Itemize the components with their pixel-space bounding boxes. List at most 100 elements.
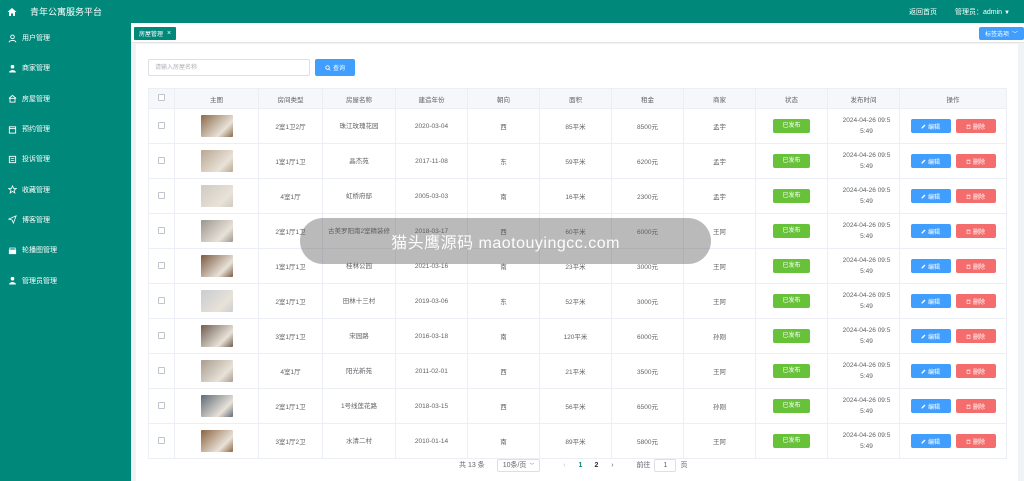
row-checkbox[interactable] (158, 366, 165, 374)
home-link[interactable]: 返回首页 (909, 7, 937, 17)
delete-button[interactable]: 删除 (955, 119, 996, 133)
area-cell: 89平米 (539, 423, 612, 459)
row-checkbox[interactable] (158, 296, 165, 304)
sidebar-item-3[interactable]: 预约管理 (0, 114, 131, 144)
status-badge[interactable]: 已发布 (773, 259, 810, 273)
header-select-all[interactable] (148, 88, 175, 109)
column-header: 房间类型 (258, 88, 323, 109)
sidebar-item-4[interactable]: 投诉管理 (0, 144, 131, 174)
sidebar-item-2[interactable]: 房屋管理 (0, 84, 131, 114)
row-checkbox[interactable] (158, 436, 165, 444)
delete-button-label: 删除 (972, 264, 985, 271)
row-checkbox[interactable] (158, 121, 165, 129)
goto-input[interactable]: 1 (654, 458, 677, 472)
admin-label: 管理员：admin (954, 8, 1003, 16)
row-select-cell (148, 143, 175, 179)
edit-button[interactable]: 编辑 (910, 119, 951, 133)
thumbnail-cell (174, 423, 259, 459)
row-checkbox[interactable] (158, 401, 165, 409)
room-type-cell: 4室1厅 (258, 353, 323, 389)
admin-menu[interactable]: 管理员：admin ▼ (955, 7, 1010, 17)
search-input[interactable] (148, 59, 310, 76)
house-thumbnail (200, 220, 233, 242)
sidebar-item-8[interactable]: 管理员管理 (0, 265, 131, 295)
edit-button-label: 编辑 (927, 264, 940, 271)
home-icon[interactable] (0, 0, 24, 23)
status-badge[interactable]: 已发布 (773, 434, 810, 448)
sidebar-item-1[interactable]: 商家管理 (0, 53, 131, 83)
publish-time-line2: 5:49 (860, 443, 873, 450)
delete-button[interactable]: 删除 (955, 329, 996, 343)
tab-house-management[interactable]: 房屋管理 × (134, 27, 177, 40)
row-checkbox[interactable] (158, 331, 165, 339)
publish-time-line2: 5:49 (860, 303, 873, 310)
house-thumbnail (200, 150, 233, 172)
orientation-cell: 南 (467, 178, 540, 214)
page-size-select[interactable]: 10条/页 ﹀ (496, 458, 541, 472)
delete-button[interactable]: 删除 (955, 434, 996, 448)
edit-button[interactable]: 编辑 (910, 294, 951, 308)
delete-button[interactable]: 删除 (955, 399, 996, 413)
goto-page: 前往 1 页 (636, 458, 687, 472)
actions-cell: 编辑 删除 (899, 388, 1007, 424)
row-select-cell (148, 283, 175, 319)
status-badge[interactable]: 已发布 (773, 329, 810, 343)
status-badge[interactable]: 已发布 (773, 294, 810, 308)
status-badge[interactable]: 已发布 (773, 119, 810, 133)
publish-time-cell: 2024-04-26 09:5 5:49 (827, 143, 900, 179)
house-thumbnail (200, 360, 233, 382)
status-badge[interactable]: 已发布 (773, 399, 810, 413)
delete-button[interactable]: 删除 (955, 294, 996, 308)
page-2[interactable]: 2 (588, 462, 604, 469)
sidebar-item-0[interactable]: 用户管理 (0, 23, 131, 53)
search-button[interactable]: 查询 (315, 59, 355, 76)
edit-button[interactable]: 编辑 (910, 224, 951, 238)
delete-button[interactable]: 删除 (955, 259, 996, 273)
room-type-cell: 2室1卫2厅 (258, 108, 323, 144)
edit-button[interactable]: 编辑 (910, 364, 951, 378)
edit-button[interactable]: 编辑 (910, 189, 951, 203)
user-icon (8, 34, 17, 43)
actions-cell: 编辑 删除 (899, 248, 1007, 284)
delete-button[interactable]: 删除 (955, 224, 996, 238)
edit-button[interactable]: 编辑 (910, 329, 951, 343)
next-page-button[interactable]: › (604, 462, 620, 469)
thumbnail-cell (174, 178, 259, 214)
edit-button[interactable]: 编辑 (910, 154, 951, 168)
page-1[interactable]: 1 (572, 462, 588, 469)
sidebar-item-5[interactable]: 收藏管理 (0, 174, 131, 204)
row-checkbox[interactable] (158, 226, 165, 234)
row-checkbox[interactable] (158, 261, 165, 269)
tab-options-button[interactable]: 标签选项 ﹀ (978, 27, 1024, 40)
publish-time-line1: 2024-04-26 09:5 (842, 327, 891, 334)
area-cell: 21平米 (539, 353, 612, 389)
table-row: 2室1厅1卫 田林十三村 2019-03-06 东 52平米 3000元 王阿 已发布 2024… (148, 283, 1007, 319)
select-all-checkbox[interactable] (158, 94, 165, 101)
delete-button[interactable]: 删除 (955, 154, 996, 168)
rent-cell: 3500元 (611, 353, 684, 389)
orientation-cell: 西 (467, 388, 540, 424)
status-badge[interactable]: 已发布 (773, 154, 810, 168)
status-badge[interactable]: 已发布 (773, 189, 810, 203)
page-size-value: 10条/页 (502, 462, 527, 469)
delete-button-label: 删除 (972, 124, 985, 131)
prev-page-button[interactable]: ‹ (556, 462, 572, 469)
sidebar-item-label: 预约管理 (22, 126, 50, 134)
sidebar-item-6[interactable]: 博客管理 (0, 205, 131, 235)
edit-button-label: 编辑 (927, 299, 940, 306)
status-cell: 已发布 (755, 213, 828, 249)
edit-button[interactable]: 编辑 (910, 259, 951, 273)
row-checkbox[interactable] (158, 191, 165, 199)
delete-button[interactable]: 删除 (955, 364, 996, 378)
house-thumbnail (200, 185, 233, 207)
sidebar-item-7[interactable]: 轮播图管理 (0, 235, 131, 265)
close-icon[interactable]: × (167, 30, 171, 37)
status-badge[interactable]: 已发布 (773, 224, 810, 238)
row-checkbox[interactable] (158, 156, 165, 164)
status-badge[interactable]: 已发布 (773, 364, 810, 378)
house-name-cell: 田林十三村 (322, 283, 396, 319)
edit-button[interactable]: 编辑 (910, 399, 951, 413)
build-year-cell: 2005-03-03 (395, 178, 468, 214)
delete-button[interactable]: 删除 (955, 189, 996, 203)
edit-button[interactable]: 编辑 (910, 434, 951, 448)
